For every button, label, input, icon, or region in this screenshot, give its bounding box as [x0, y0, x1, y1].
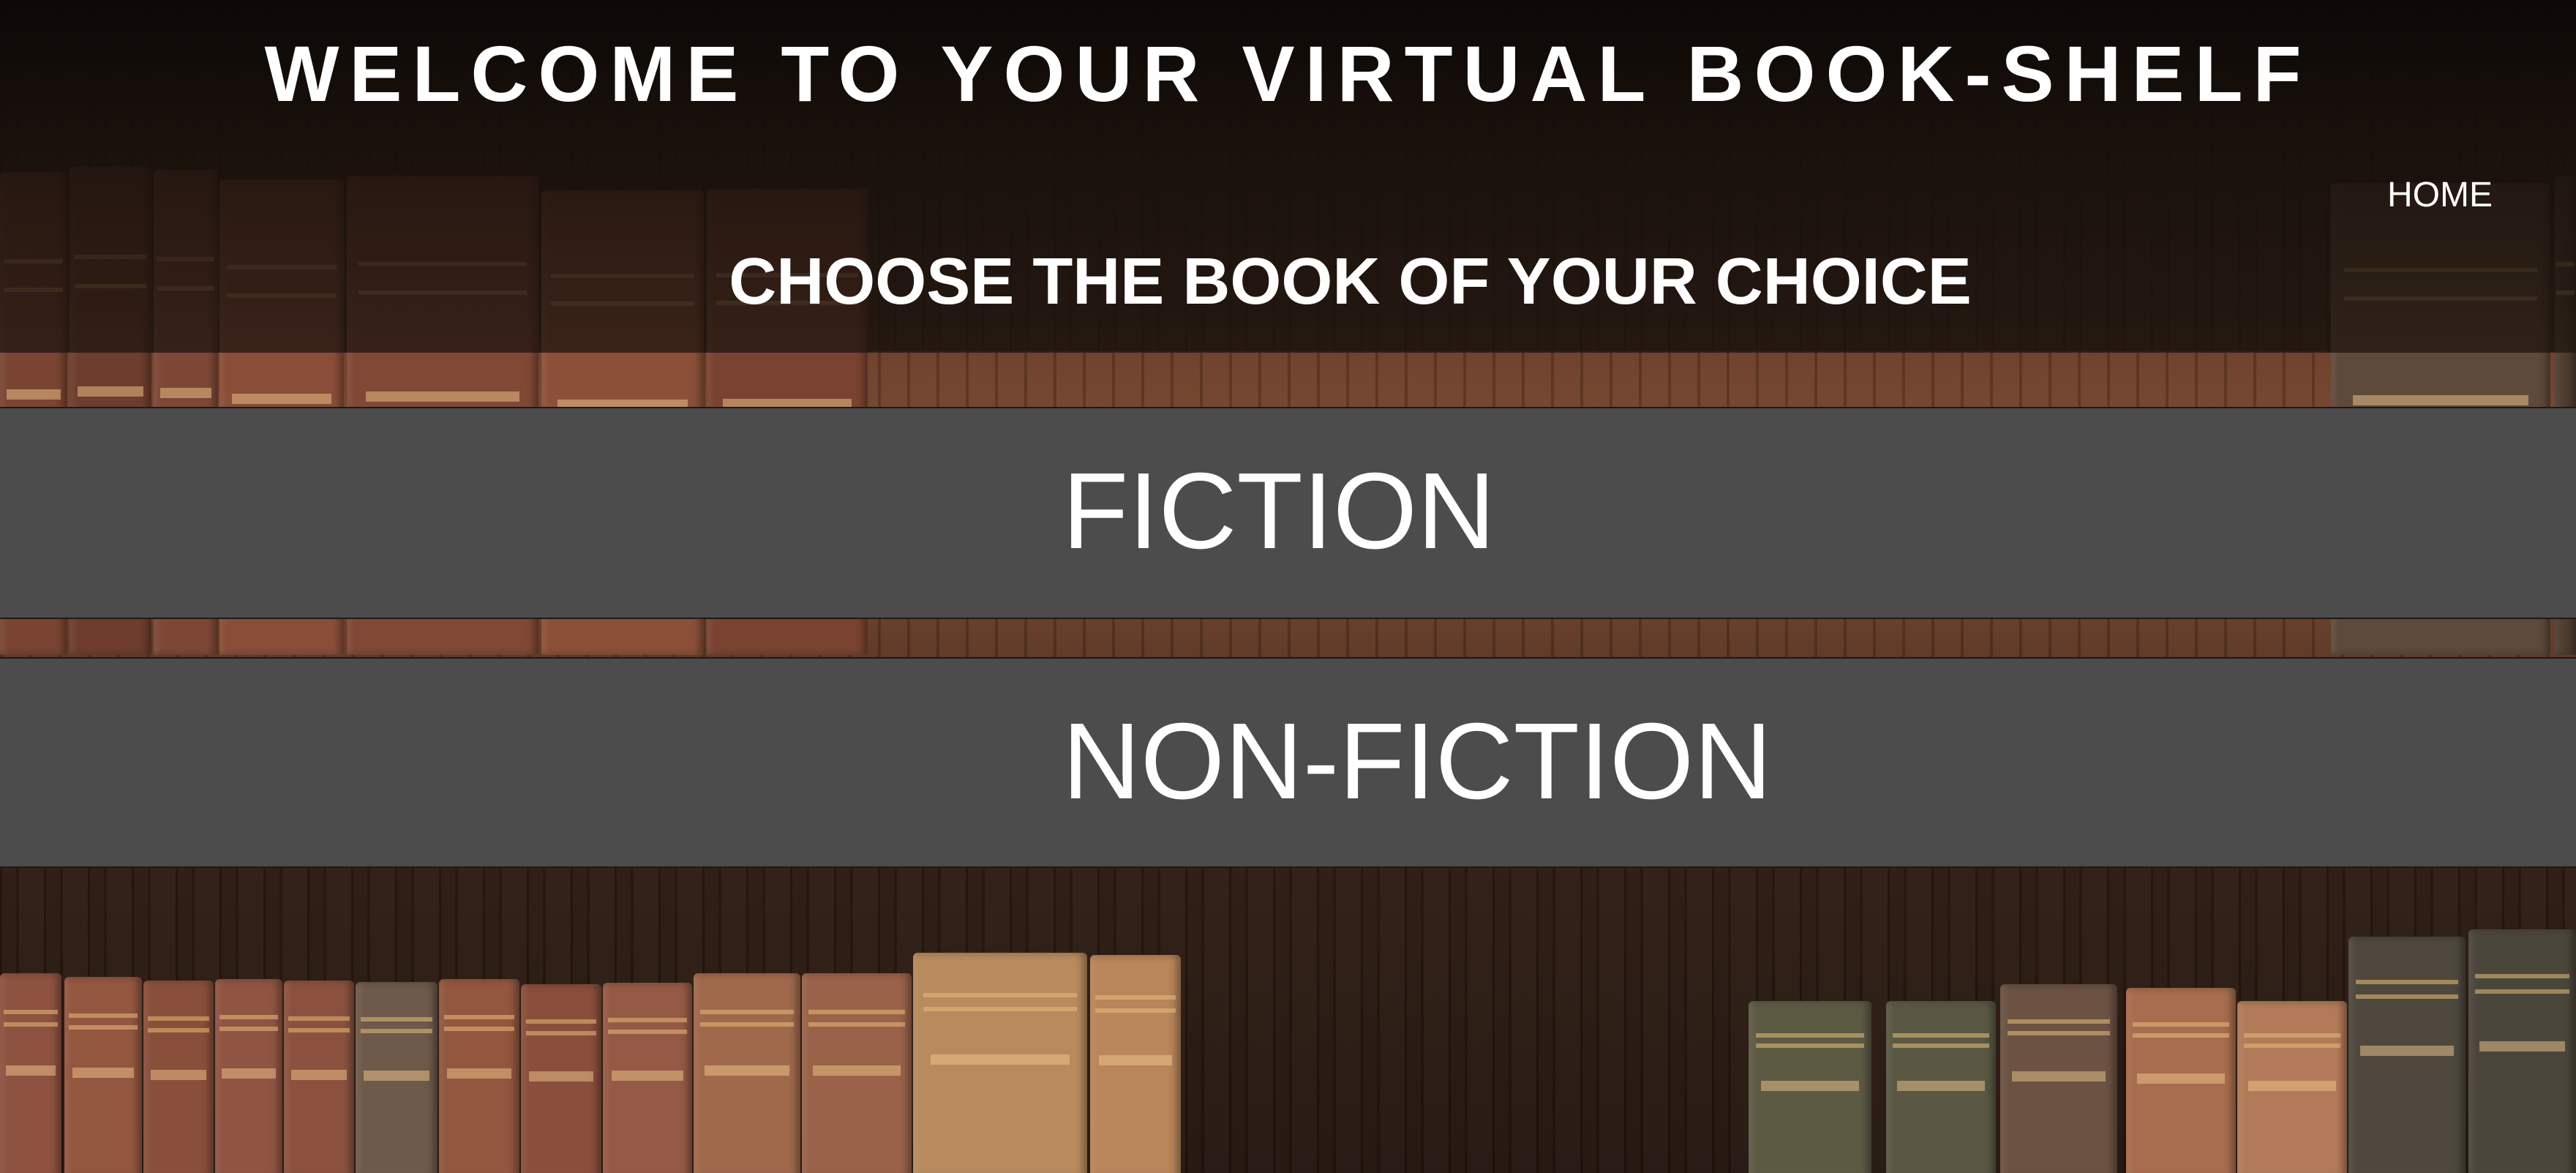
fiction-label: FICTION [1062, 451, 1495, 571]
page-heading: CHOOSE THE BOOK OF YOUR CHOICE [729, 245, 1972, 318]
non-fiction-category-button[interactable]: NON-FICTION [0, 657, 2576, 868]
home-link[interactable]: HOME [2387, 174, 2493, 217]
non-fiction-label: NON-FICTION [1062, 701, 1773, 822]
site-title: WELCOME TO YOUR VIRTUAL BOOK-SHELF [264, 29, 2312, 118]
page: WELCOME TO YOUR VIRTUAL BOOK-SHELF HOME … [0, 0, 2576, 1173]
fiction-category-button[interactable]: FICTION [0, 407, 2576, 619]
